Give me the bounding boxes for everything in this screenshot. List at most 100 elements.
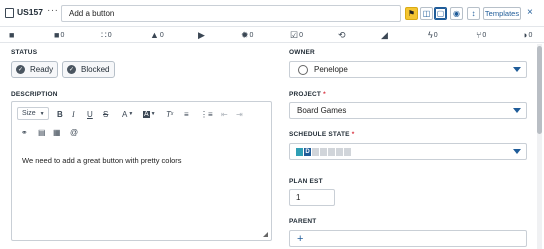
indent-icon[interactable]: ⇥ (236, 108, 243, 120)
count-tab-clipboard[interactable]: ■ (9, 29, 15, 41)
bullet-list-icon[interactable]: ⋮≡ (200, 108, 213, 120)
templates-button[interactable]: Templates (483, 7, 521, 20)
count-tab-connections[interactable]: ◑ 0 (522, 29, 532, 41)
resize-handle-icon[interactable] (263, 232, 268, 237)
split-view-button[interactable]: ◫ (420, 7, 433, 20)
branch-icon: ⑂ (476, 30, 482, 40)
count-tab-changesets[interactable]: ϟ0 (428, 29, 438, 41)
rank-icon: ↕ (471, 9, 476, 18)
ready-label: Ready (30, 65, 54, 74)
schedule-step-current[interactable]: D (304, 147, 311, 156)
full-view-button[interactable]: ▢ (434, 7, 447, 20)
sitemap-icon: ∷ (101, 30, 107, 40)
more-actions-button[interactable]: ··· (47, 5, 59, 16)
image-icon[interactable]: ▤ (38, 126, 46, 138)
schedule-step-done[interactable] (296, 147, 303, 156)
count-tab-defects[interactable]: ✹ 0 (241, 29, 253, 41)
check-icon: ✓ (16, 65, 25, 74)
project-select[interactable]: Board Games (289, 102, 527, 119)
underline-icon[interactable]: U (87, 108, 93, 120)
bug-icon: ✹ (241, 30, 249, 40)
table-icon[interactable]: ▦ (53, 126, 61, 138)
watch-button[interactable]: ◉ (450, 7, 463, 20)
count-tab-chart[interactable]: ◢ (381, 29, 389, 41)
flag-icon: ⚑ (407, 9, 416, 18)
schedule-state-bar: D (296, 147, 352, 156)
scrollbar-thumb[interactable] (537, 46, 542, 134)
chevron-down-icon: ▼ (39, 110, 45, 117)
owner-value: Penelope (314, 65, 348, 74)
scrollbar[interactable] (537, 44, 542, 249)
artifact-counts-bar: ■ ■ 0 ∷ 0 ▲ 0 ▶ ✹ 0 ☑ 0 ⟲ ◢ ϟ0 ⑂ 0 ◑ 0 (0, 27, 544, 43)
chart-icon: ◢ (381, 30, 388, 40)
story-icon (5, 8, 14, 18)
numbered-list-icon[interactable]: ≡ (184, 108, 189, 120)
schedule-step[interactable] (320, 147, 327, 156)
user-avatar-icon (298, 64, 308, 75)
schedule-step[interactable] (328, 147, 335, 156)
blocked-toggle[interactable]: ✓ Blocked (62, 61, 115, 78)
story-id: US157 (17, 7, 43, 17)
text-color-icon[interactable]: A ▼ (122, 108, 133, 120)
check-icon: ✓ (67, 65, 76, 74)
bolt-icon: ϟ (428, 30, 433, 40)
task-icon: ■ (54, 30, 60, 40)
schedule-step[interactable] (344, 147, 351, 156)
count-tab-runs[interactable]: ▶ (198, 29, 206, 41)
count-tab-history[interactable]: ⟲ (338, 29, 347, 41)
bold-icon[interactable]: B (57, 108, 63, 120)
description-editor[interactable]: Size ▼ B I U S A ▼ A ▼ Tx ≡ ⋮≡ ⇤ ⇥ ⚭ ▤ ▦ @ … (11, 101, 272, 241)
globe-icon: ◑ (522, 30, 528, 40)
description-label: DESCRIPTION (11, 91, 58, 98)
ready-toggle[interactable]: ✓ Ready (11, 61, 58, 78)
flask-icon: ▲ (150, 30, 159, 40)
outdent-icon[interactable]: ⇤ (221, 108, 228, 120)
count-tab-branches[interactable]: ⑂ 0 (476, 29, 486, 41)
schedule-step[interactable] (312, 147, 319, 156)
editor-header: US157 ··· ⚑ ◫ ▢ ◉ ↕ Templates × (0, 0, 544, 27)
link-icon[interactable]: ⚭ (21, 126, 28, 138)
chevron-down-icon (513, 149, 521, 154)
blocked-label: Blocked (81, 65, 110, 74)
count-tab-tests[interactable]: ▲ 0 (150, 29, 164, 41)
plus-icon: + (297, 232, 304, 245)
project-label: PROJECT * (289, 91, 326, 98)
owner-label: OWNER (289, 49, 315, 56)
checkbox-list-icon: ☑ (290, 30, 299, 40)
flag-button[interactable]: ⚑ (405, 7, 418, 20)
strikethrough-icon[interactable]: S (103, 108, 108, 120)
font-size-label: Size (22, 110, 36, 117)
description-text[interactable]: We need to add a great button with prett… (22, 156, 182, 165)
schedule-step[interactable] (336, 147, 343, 156)
rank-button[interactable]: ↕ (467, 7, 480, 20)
chevron-down-icon (513, 108, 521, 113)
highlight-color-icon[interactable]: A ▼ (143, 108, 156, 120)
mention-icon[interactable]: @ (70, 126, 78, 138)
count-value: 0 (528, 31, 533, 39)
plan-est-input[interactable]: 1 (289, 189, 335, 206)
parent-label: PARENT (289, 218, 317, 225)
chevron-down-icon (513, 67, 521, 72)
schedule-state-select[interactable]: D (289, 143, 527, 160)
count-tab-milestones[interactable]: ☑ 0 (290, 29, 303, 41)
count-tab-tasks[interactable]: ■ 0 (54, 29, 64, 41)
clipboard-icon: ■ (9, 30, 15, 40)
eye-icon: ◉ (453, 9, 460, 18)
italic-icon[interactable]: I (72, 108, 75, 120)
play-icon: ▶ (198, 30, 205, 40)
font-size-select[interactable]: Size ▼ (17, 107, 49, 120)
clear-format-icon[interactable]: Tx (166, 108, 173, 120)
close-icon[interactable]: × (527, 7, 533, 18)
count-value: 0 (299, 31, 303, 39)
count-value: 0 (60, 31, 65, 39)
count-value: 0 (433, 31, 438, 39)
count-tab-children[interactable]: ∷ 0 (101, 29, 112, 41)
schedule-state-label: SCHEDULE STATE * (289, 131, 355, 138)
add-parent-button[interactable]: + (289, 230, 527, 247)
count-value: 0 (159, 31, 164, 39)
status-label: STATUS (11, 49, 38, 56)
title-input[interactable] (61, 5, 401, 22)
history-icon: ⟲ (338, 30, 346, 40)
split-view-icon: ◫ (422, 9, 431, 18)
owner-select[interactable]: Penelope (289, 61, 527, 78)
